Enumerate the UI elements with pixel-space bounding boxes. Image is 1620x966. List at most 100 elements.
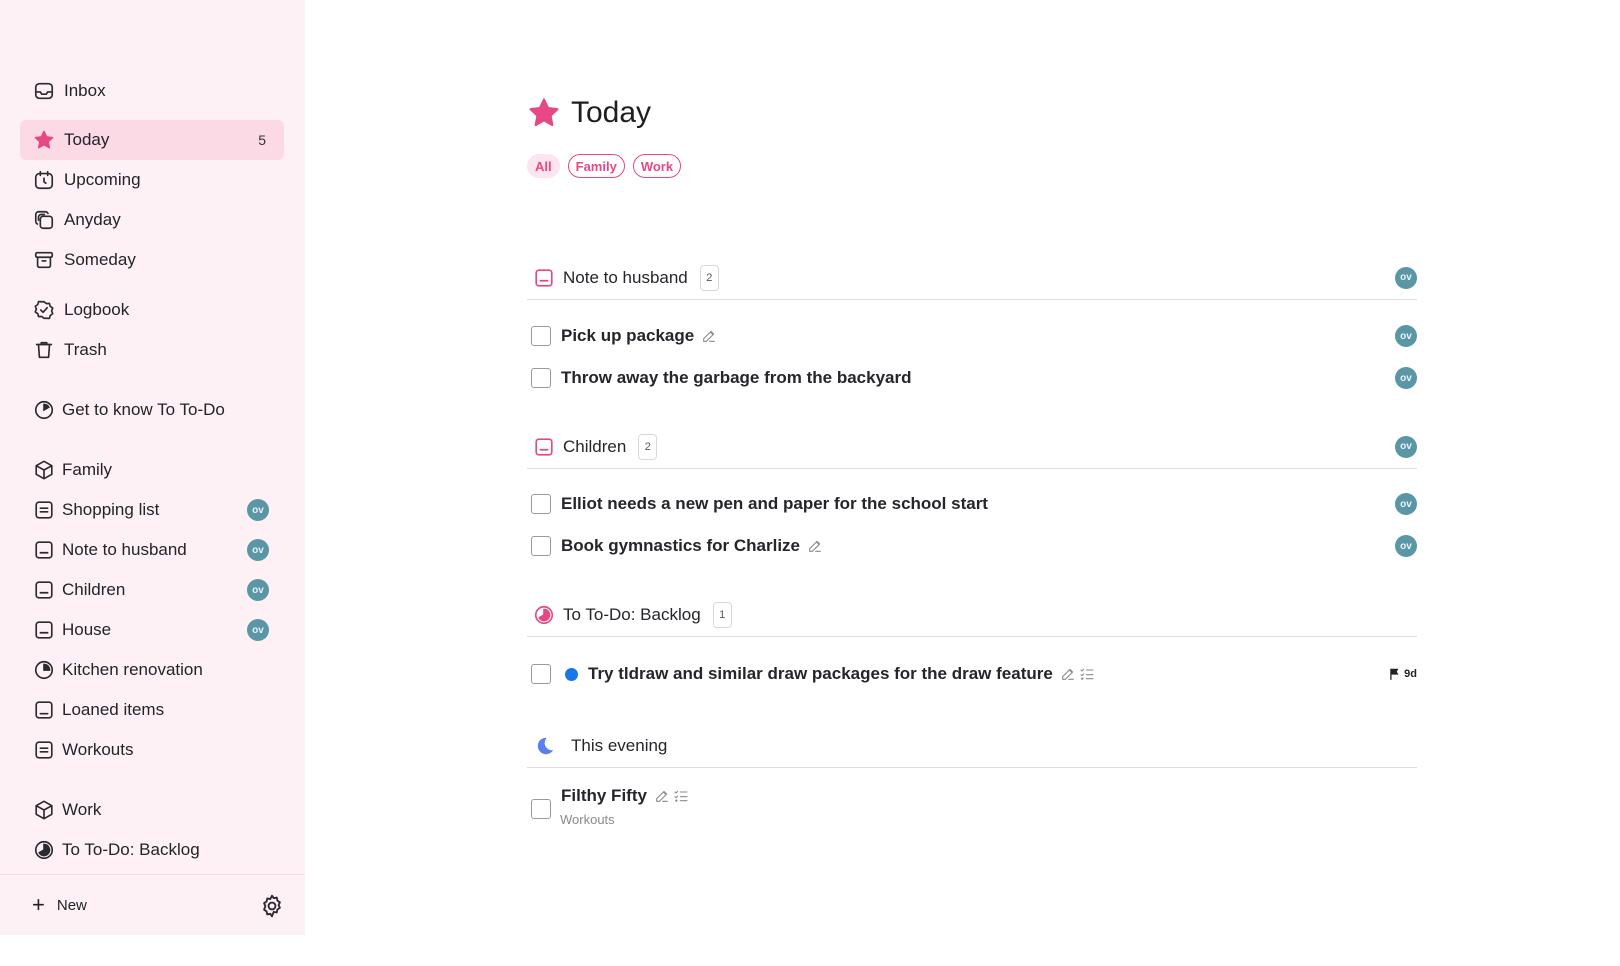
sidebar-item-label: Someday <box>64 250 136 269</box>
sidebar-item-someday[interactable]: Someday <box>20 240 284 280</box>
sidebar-item-label: Anyday <box>64 210 121 229</box>
list-box-icon <box>32 498 56 522</box>
task-row: Filthy Fifty Workouts <box>527 786 1417 830</box>
tag-filter: All Family Work <box>527 154 682 178</box>
group-title: To To-Do: Backlog <box>563 604 701 624</box>
task-row: Throw away the garbage from the backyard… <box>527 360 1417 396</box>
task-row: Pick up package ov <box>527 318 1417 354</box>
group-count: 1 <box>712 601 732 628</box>
sidebar-item-label: Family <box>62 460 113 479</box>
group-header-this-evening[interactable]: This evening <box>527 724 1417 768</box>
avatar: ov <box>247 579 269 601</box>
group-header[interactable]: Children 2 ov <box>527 425 1417 469</box>
sidebar-footer: + New <box>0 874 305 935</box>
gear-icon[interactable] <box>259 893 285 919</box>
list-box-icon <box>32 538 56 562</box>
task-row: Try tldraw and similar draw packages for… <box>527 656 1417 692</box>
sidebar-item-upcoming[interactable]: Upcoming <box>20 160 284 200</box>
sidebar-item-anyday[interactable]: Anyday <box>20 200 284 240</box>
group-count: 2 <box>699 264 719 291</box>
checklist-icon <box>674 790 688 802</box>
sidebar-item-label: Logbook <box>64 300 130 319</box>
list-box-icon <box>32 618 56 642</box>
task-checkbox[interactable] <box>531 799 551 819</box>
sidebar-item-today[interactable]: Today 5 <box>20 120 284 160</box>
sidebar: Inbox Today 5 Upcoming Anyday Someday Lo… <box>0 0 305 935</box>
calendar-clock-icon <box>32 168 56 192</box>
sidebar-item-work[interactable]: Work <box>20 790 284 830</box>
group-header[interactable]: To To-Do: Backlog 1 <box>527 593 1417 637</box>
new-button[interactable]: + New <box>32 894 87 916</box>
sidebar-item-label: Work <box>62 800 102 819</box>
tag-family[interactable]: Family <box>567 154 625 178</box>
note-edit-icon <box>809 540 821 552</box>
sidebar-item-label: To To-Do: Backlog <box>62 840 200 859</box>
task-checkbox[interactable] <box>531 536 551 556</box>
task-title[interactable]: Filthy Fifty <box>561 786 647 806</box>
group-title: This evening <box>571 735 668 755</box>
sidebar-item-inbox[interactable]: Inbox <box>20 71 284 111</box>
group-header[interactable]: Note to husband 2 ov <box>527 256 1417 300</box>
project-progress-icon <box>533 604 555 626</box>
star-icon <box>529 98 559 127</box>
list-box-icon <box>533 436 555 458</box>
task-title[interactable]: Book gymnastics for Charlize <box>561 536 800 556</box>
sidebar-item-backlog[interactable]: To To-Do: Backlog <box>20 830 284 870</box>
avatar: ov <box>247 499 269 521</box>
deadline-text: 9d <box>1404 668 1417 680</box>
sidebar-item-label: Workouts <box>62 740 134 759</box>
sidebar-item-workouts[interactable]: Workouts <box>20 730 284 770</box>
sidebar-item-logbook[interactable]: Logbook <box>20 290 284 330</box>
avatar: ov <box>1395 325 1417 347</box>
tag-all[interactable]: All <box>527 154 560 178</box>
sidebar-item-label: Kitchen renovation <box>62 660 203 679</box>
trash-icon <box>32 338 56 362</box>
task-title[interactable]: Try tldraw and similar draw packages for… <box>588 664 1053 684</box>
task-title[interactable]: Elliot needs a new pen and paper for the… <box>561 494 988 514</box>
sidebar-item-label: Children <box>62 580 126 599</box>
sidebar-item-label: Today <box>64 130 110 149</box>
list-box-icon <box>32 698 56 722</box>
sidebar-item-trash[interactable]: Trash <box>20 330 284 370</box>
task-title[interactable]: Pick up package <box>561 326 694 346</box>
task-checkbox[interactable] <box>531 494 551 514</box>
task-title[interactable]: Throw away the garbage from the backyard <box>561 368 911 388</box>
stack-icon <box>32 208 56 232</box>
logbook-check-icon <box>32 298 56 322</box>
checklist-icon <box>1080 668 1094 680</box>
priority-dot <box>565 667 578 681</box>
task-project-label: Workouts <box>560 812 615 827</box>
area-cube-icon <box>32 798 56 822</box>
sidebar-item-label: House <box>62 620 112 639</box>
moon-icon <box>533 735 555 757</box>
group-count: 2 <box>638 433 658 460</box>
avatar: ov <box>1395 493 1417 515</box>
sidebar-item-label: Trash <box>64 340 107 359</box>
area-cube-icon <box>32 458 56 482</box>
tag-work[interactable]: Work <box>632 154 682 178</box>
sidebar-item-shopping-list[interactable]: Shopping list ov <box>20 490 284 530</box>
list-box-icon <box>32 578 56 602</box>
avatar: ov <box>247 539 269 561</box>
new-button-label: New <box>56 896 87 914</box>
sidebar-item-kitchen-renovation[interactable]: Kitchen renovation <box>20 650 284 690</box>
inbox-icon <box>32 79 56 103</box>
task-checkbox[interactable] <box>531 664 551 684</box>
flag-icon <box>1390 668 1399 680</box>
sidebar-item-get-to-know[interactable]: Get to know To To-Do <box>20 390 284 430</box>
sidebar-item-house[interactable]: House ov <box>20 610 284 650</box>
sidebar-item-children[interactable]: Children ov <box>20 570 284 610</box>
task-checkbox[interactable] <box>531 326 551 346</box>
task-checkbox[interactable] <box>531 368 551 388</box>
archive-box-icon <box>32 248 56 272</box>
sidebar-item-label: Shopping list <box>62 500 160 519</box>
list-box-icon <box>32 738 56 762</box>
sidebar-item-family[interactable]: Family <box>20 450 284 490</box>
deadline-badge: 9d <box>1388 667 1417 681</box>
sidebar-item-note-to-husband[interactable]: Note to husband ov <box>20 530 284 570</box>
note-edit-icon <box>656 790 668 802</box>
sidebar-item-label: Loaned items <box>62 700 165 719</box>
sidebar-item-loaned-items[interactable]: Loaned items <box>20 690 284 730</box>
list-box-icon <box>533 267 555 289</box>
note-edit-icon <box>703 330 716 342</box>
